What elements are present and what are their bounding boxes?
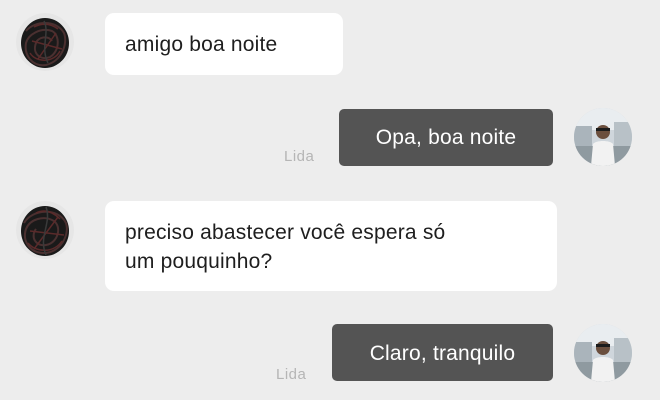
message-bubble-outgoing[interactable]: Opa, boa noite [339, 109, 553, 166]
user-photo-avatar-image [574, 108, 632, 166]
user-photo-avatar-image [574, 324, 632, 382]
message-bubble-incoming[interactable]: preciso abastecer você espera só um pouq… [105, 201, 557, 291]
read-status: Lida [284, 148, 315, 165]
message-bubble-incoming[interactable]: amigo boa noite [105, 13, 343, 75]
message-text: Claro, tranquilo [369, 342, 516, 365]
message-text: Opa, boa noite [375, 126, 517, 149]
message-text: amigo boa noite [125, 33, 278, 56]
user-avatar[interactable] [574, 108, 632, 166]
scribbled-avatar-image [16, 201, 74, 259]
user-avatar[interactable] [574, 324, 632, 382]
scribbled-avatar-image [16, 13, 74, 71]
chat-conversation: amigo boa noite Lida Opa, boa noite prec… [0, 0, 660, 400]
contact-avatar[interactable] [16, 201, 74, 259]
read-status: Lida [276, 366, 307, 383]
message-bubble-outgoing[interactable]: Claro, tranquilo [332, 324, 553, 381]
contact-avatar[interactable] [16, 13, 74, 71]
message-text-line: um pouquinho? [125, 250, 273, 273]
message-text-line: preciso abastecer você espera só [125, 221, 446, 244]
